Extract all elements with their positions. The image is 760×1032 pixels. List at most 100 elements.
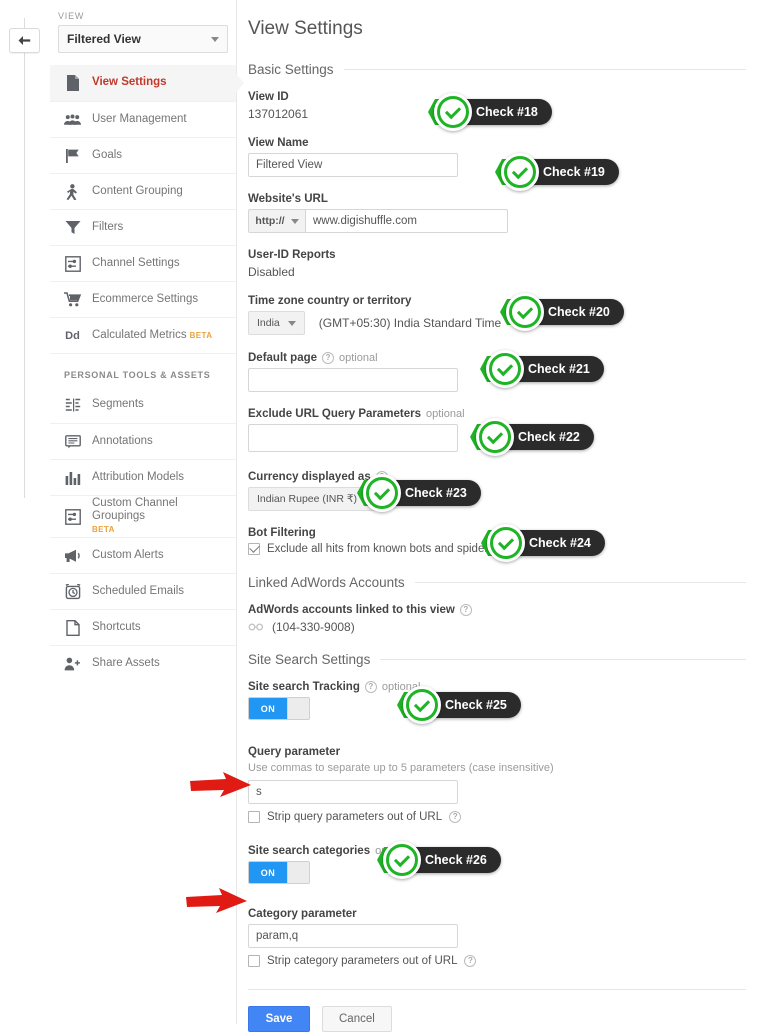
back-arrow-icon — [18, 35, 31, 45]
bar-chart-icon — [64, 469, 81, 486]
currency-label: Currency displayed as ? — [248, 471, 746, 483]
strip-category-row[interactable]: Strip category parameters out of URL ? — [248, 955, 746, 967]
bot-filtering-checkbox[interactable] — [248, 543, 260, 555]
strip-query-label: Strip query parameters out of URL — [267, 811, 443, 823]
sidebar-item-label: Segments — [92, 398, 144, 411]
sidebar-item-label: Ecommerce Settings — [92, 292, 199, 305]
check-circle-icon — [487, 524, 525, 562]
toggle-knob — [287, 862, 309, 883]
chevron-down-icon — [290, 218, 299, 224]
cancel-button[interactable]: Cancel — [322, 1006, 392, 1032]
sidebar-item-label: Filters — [92, 220, 124, 233]
sidebar-item-calculated-metrics[interactable]: Dd Calculated Metrics BETA — [50, 317, 236, 353]
user-id-reports-label: User-ID Reports — [248, 249, 336, 261]
sidebar-item-ecommerce-settings[interactable]: Ecommerce Settings — [50, 281, 236, 317]
sliders-box-icon — [64, 508, 81, 525]
dd-text-icon: Dd — [65, 329, 80, 342]
sidebar-item-label: Channel Settings — [92, 256, 180, 269]
sidebar-item-share-assets[interactable]: Share Assets — [50, 645, 236, 681]
check-badge-8: Check #25 — [397, 686, 521, 724]
website-url-row: http:// — [248, 209, 746, 233]
sidebar: VIEW Filtered View View Settings User Ma… — [50, 0, 244, 1024]
sidebar-item-user-management[interactable]: User Management — [50, 101, 236, 137]
arrow-query-parameter — [190, 772, 252, 805]
currency-value: Indian Rupee (INR ₹) — [257, 493, 358, 505]
exclude-query-textarea[interactable] — [248, 424, 458, 452]
strip-query-row[interactable]: Strip query parameters out of URL ? — [248, 811, 746, 823]
default-page-label-text: Default page — [248, 352, 318, 364]
help-icon[interactable]: ? — [464, 955, 477, 967]
sidebar-item-label: Attribution Models — [92, 470, 185, 483]
site-search-categories-toggle[interactable]: ON — [248, 861, 310, 884]
view-selector[interactable]: Filtered View — [58, 25, 228, 53]
sidebar-item-content-grouping[interactable]: Content Grouping — [50, 173, 236, 209]
strip-category-checkbox[interactable] — [248, 955, 260, 967]
timezone-value: (GMT+05:30) India Standard Time — [318, 316, 502, 330]
help-icon[interactable]: ? — [449, 811, 462, 823]
chevron-down-icon — [287, 320, 296, 326]
protocol-select[interactable]: http:// — [248, 209, 305, 233]
rail-divider-line — [24, 18, 25, 498]
website-url-label: Website's URL — [248, 193, 328, 205]
exclude-query-label-text: Exclude URL Query Parameters — [248, 408, 422, 420]
view-name-input[interactable] — [248, 153, 458, 177]
sidebar-item-segments[interactable]: Segments — [50, 387, 236, 423]
timezone-country-select[interactable]: India — [248, 311, 305, 335]
sidebar-item-view-settings[interactable]: View Settings — [50, 65, 244, 101]
sidebar-item-custom-channel-groupings[interactable]: Custom Channel Groupings BETA — [50, 495, 236, 537]
category-parameter-label: Category parameter — [248, 908, 357, 920]
segments-icon — [64, 397, 81, 414]
timezone-label: Time zone country or territory — [248, 295, 412, 307]
toggle-on-label: ON — [249, 862, 287, 883]
check-circle-icon — [363, 474, 401, 512]
check-badge-1: Check #18 — [428, 93, 552, 131]
sidebar-item-scheduled-emails[interactable]: Scheduled Emails — [50, 573, 236, 609]
sidebar-item-label: User Management — [92, 112, 187, 125]
website-url-input[interactable] — [305, 209, 508, 233]
help-icon[interactable]: ? — [364, 681, 377, 693]
sidebar-item-goals[interactable]: Goals — [50, 137, 236, 173]
site-search-tracking-label-text: Site search Tracking — [248, 681, 360, 693]
page-icon — [64, 619, 81, 636]
section-title: Linked AdWords Accounts — [248, 575, 405, 590]
currency-label-text: Currency displayed as — [248, 471, 371, 483]
site-search-categories-label-text: Site search categories — [248, 845, 371, 857]
view-name-label: View Name — [248, 137, 309, 149]
chain-link-icon — [248, 620, 264, 634]
sidebar-item-annotations[interactable]: Annotations — [50, 423, 236, 459]
save-button[interactable]: Save — [248, 1006, 310, 1032]
page-title: View Settings — [248, 18, 363, 39]
flag-icon — [64, 147, 81, 164]
beta-badge: BETA — [92, 525, 115, 535]
protocol-value: http:// — [255, 215, 285, 227]
default-page-input[interactable] — [248, 368, 458, 392]
person-plus-icon — [64, 655, 81, 672]
check-badge-5: Check #22 — [470, 418, 594, 456]
beta-badge: BETA — [189, 330, 213, 340]
category-parameter-input[interactable] — [248, 924, 458, 948]
strip-category-label: Strip category parameters out of URL — [267, 955, 458, 967]
query-parameter-hint: Use commas to separate up to 5 parameter… — [248, 762, 554, 774]
sidebar-item-shortcuts[interactable]: Shortcuts — [50, 609, 236, 645]
sliders-box-icon — [64, 255, 81, 272]
check-badge-4: Check #21 — [480, 350, 604, 388]
section-rule — [343, 69, 746, 70]
sidebar-item-channel-settings[interactable]: Channel Settings — [50, 245, 236, 281]
check-circle-icon — [486, 350, 524, 388]
timezone-country-value: India — [257, 317, 280, 329]
optional-tag: optional — [339, 352, 378, 364]
site-search-tracking-toggle[interactable]: ON — [248, 697, 310, 720]
query-parameter-input[interactable] — [248, 780, 458, 804]
check-badge-3: Check #20 — [500, 293, 624, 331]
sidebar-item-attribution-models[interactable]: Attribution Models — [50, 459, 236, 495]
strip-query-checkbox[interactable] — [248, 811, 260, 823]
sidebar-item-label: Share Assets — [92, 656, 160, 669]
help-icon[interactable]: ? — [322, 352, 335, 364]
sidebar-item-custom-alerts[interactable]: Custom Alerts — [50, 537, 236, 573]
sidebar-item-filters[interactable]: Filters — [50, 209, 236, 245]
document-icon — [64, 75, 81, 92]
megaphone-icon — [64, 547, 81, 564]
back-button[interactable] — [9, 28, 40, 53]
help-icon[interactable]: ? — [459, 604, 472, 616]
optional-tag: optional — [426, 408, 465, 420]
